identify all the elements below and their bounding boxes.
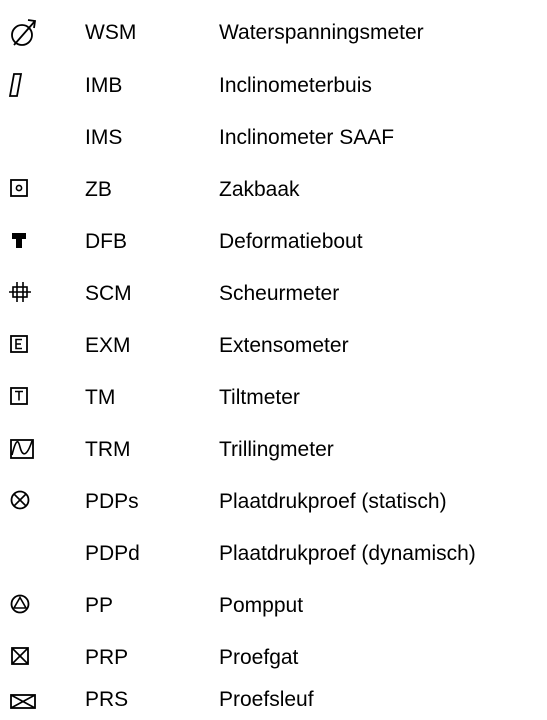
legend-label: Waterspanningsmeter: [219, 21, 424, 44]
test-pit-icon: [8, 643, 38, 673]
legend-code: SCM: [85, 282, 132, 305]
legend-row-ims: IMS Inclinometer SAAF: [0, 123, 547, 153]
legend-label: Inclinometer SAAF: [219, 126, 395, 149]
legend-code: IMB: [85, 74, 123, 97]
legend-label: Zakbaak: [219, 178, 300, 201]
legend-label: Trillingmeter: [219, 438, 334, 461]
vibration-meter-icon: [8, 435, 38, 465]
legend-code: DFB: [85, 230, 127, 253]
legend-label: Proefsleuf: [219, 688, 314, 711]
legend-code: TRM: [85, 438, 131, 461]
legend-code: TM: [85, 386, 116, 409]
legend-code: IMS: [85, 126, 123, 149]
legend-code: WSM: [85, 21, 137, 44]
legend-code: PP: [85, 594, 114, 617]
legend-code: PDPs: [85, 490, 139, 513]
legend-label: Plaatdrukproef (dynamisch): [219, 542, 476, 565]
legend-row-pdps: PDPs Plaatdrukproef (statisch): [0, 487, 547, 517]
legend-row-prs: PRS Proefsleuf: [0, 685, 547, 715]
legend-label: Inclinometerbuis: [219, 74, 372, 97]
legend-label: Proefgat: [219, 646, 299, 669]
legend-row-prp: PRP Proefgat: [0, 643, 547, 673]
circled-x-icon: [8, 487, 38, 517]
legend-row-scm: SCM Scheurmeter: [0, 279, 547, 309]
legend-row-wsm: WSM Waterspanningsmeter: [0, 18, 547, 48]
legend-code: EXM: [85, 334, 131, 357]
legend-code: ZB: [85, 178, 112, 201]
legend-label: Tiltmeter: [219, 386, 300, 409]
legend-row-pdpd: PDPd Plaatdrukproef (dynamisch): [0, 539, 547, 569]
legend-row-trm: TRM Trillingmeter: [0, 435, 547, 465]
legend-row-pp: PP Pompput: [0, 591, 547, 621]
legend-label: Scheurmeter: [219, 282, 340, 305]
extensometer-icon: [8, 331, 38, 361]
legend-row-zb: ZB Zakbaak: [0, 175, 547, 205]
legend-code: PDPd: [85, 542, 140, 565]
pump-well-icon: [8, 591, 38, 621]
legend-row-tm: TM Tiltmeter: [0, 383, 547, 413]
symbol-legend: WSM Waterspanningsmeter IMB Inclinometer…: [0, 0, 547, 720]
legend-label: Pompput: [219, 594, 304, 617]
legend-label: Deformatiebout: [219, 230, 363, 253]
crack-meter-icon: [8, 279, 38, 309]
test-trench-icon: [8, 685, 38, 715]
legend-row-exm: EXM Extensometer: [0, 331, 547, 361]
legend-code: PRP: [85, 646, 129, 669]
legend-code: PRS: [85, 688, 129, 711]
legend-row-imb: IMB Inclinometerbuis: [0, 71, 547, 101]
water-pressure-gauge-icon: [8, 18, 38, 48]
legend-label: Extensometer: [219, 334, 349, 357]
tiltmeter-icon: [8, 383, 38, 413]
legend-label: Plaatdrukproef (statisch): [219, 490, 447, 513]
settlement-plate-icon: [8, 175, 38, 205]
legend-row-dfb: DFB Deformatiebout: [0, 227, 547, 257]
deformation-bolt-icon: [8, 227, 38, 257]
inclinometer-tube-icon: [8, 71, 38, 101]
